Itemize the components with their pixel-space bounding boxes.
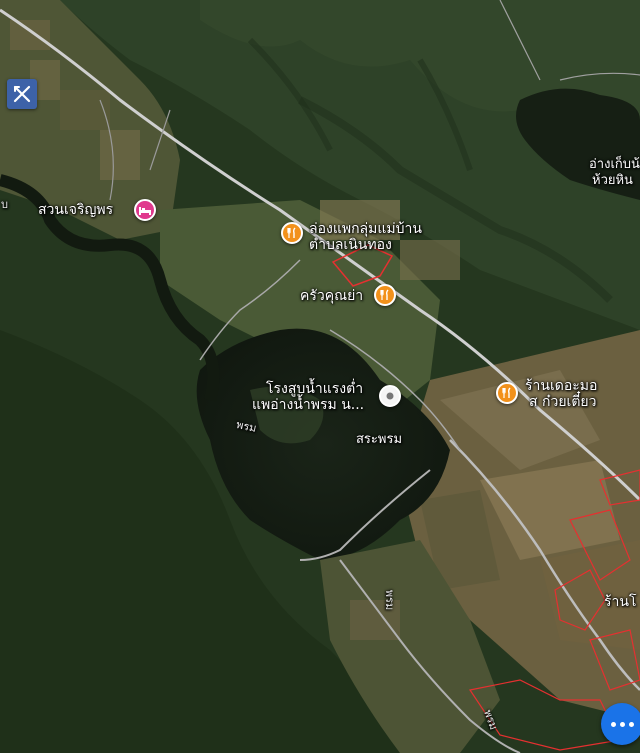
satellite-imagery	[0, 0, 640, 753]
restaurant-pin-der-a-mor[interactable]	[496, 382, 518, 404]
utensils-icon	[380, 289, 389, 300]
left-edge-label: บ	[1, 198, 8, 211]
poi-label-power-plant-line2[interactable]: แพอ่างน้ำพรม น...	[252, 397, 364, 413]
shop-edge-label[interactable]: ร้านโ	[604, 594, 636, 610]
more-options-button[interactable]	[601, 703, 640, 745]
poi-label-krua-khun-ya[interactable]: ครัวคุณย่า	[300, 288, 363, 304]
road-label-prom-1: พรม	[383, 589, 397, 611]
poi-label-suan-charoenporn[interactable]: สวนเจริญพร	[38, 202, 113, 218]
bed-icon	[139, 207, 151, 215]
crossed-tools-icon	[13, 85, 31, 103]
poi-label-power-plant-line1[interactable]: โรงสูบน้ำแรงต่ำ	[266, 381, 363, 397]
poi-label-raft-line2[interactable]: ตำบลเนินทอง	[309, 237, 392, 253]
place-pin-power-plant[interactable]	[379, 385, 401, 407]
lake-label: สระพรม	[356, 432, 403, 447]
more-dots-icon-2	[619, 721, 625, 727]
reservoir-label-line2: ห้วยหิน	[592, 173, 633, 188]
poi-label-der-a-mor-line2[interactable]: ส ก๋วยเตี๋ยว	[529, 394, 596, 410]
restaurant-pin-krua-khun-ya[interactable]	[374, 284, 396, 306]
more-dots-icon-3	[628, 721, 634, 727]
hotel-pin[interactable]	[134, 199, 156, 221]
poi-label-raft-line1[interactable]: ล่องแพกลุ่มแม่บ้าน	[309, 221, 422, 237]
restaurant-pin-raft[interactable]	[281, 222, 303, 244]
utensils-icon	[287, 227, 296, 238]
poi-label-der-a-mor-line1[interactable]: ร้านเดอะมอ	[525, 378, 597, 394]
utensils-icon	[502, 387, 511, 398]
reservoir-label-line1: อ่างเก็บน้	[589, 157, 640, 172]
location-dot-icon	[386, 392, 394, 400]
more-dots-icon	[610, 721, 616, 727]
layers-button[interactable]	[7, 79, 37, 109]
map-canvas[interactable]: สวนเจริญพร ล่องแพกลุ่มแม่บ้าน ตำบลเนินทอ…	[0, 0, 640, 753]
